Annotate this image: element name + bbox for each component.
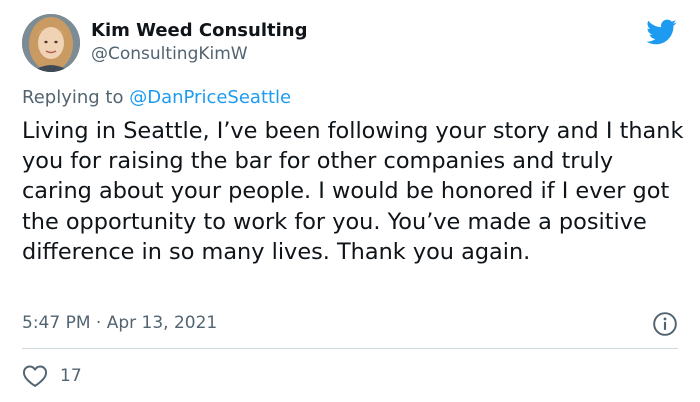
author-display-name[interactable]: Kim Weed Consulting — [91, 20, 307, 41]
avatar[interactable] — [22, 14, 80, 72]
divider — [22, 348, 678, 349]
replying-to: Replying to @DanPriceSeattle — [22, 87, 291, 108]
profile-photo-icon — [22, 14, 80, 72]
replying-to-prefix: Replying to — [22, 87, 130, 108]
info-icon[interactable] — [652, 311, 678, 337]
author-handle[interactable]: @ConsultingKimW — [91, 44, 248, 64]
tweet-card: Kim Weed Consulting @ConsultingKimW Repl… — [0, 0, 700, 402]
reply-mention-link[interactable]: @DanPriceSeattle — [129, 87, 291, 108]
twitter-bird-icon[interactable] — [643, 16, 679, 48]
tweet-text: Living in Seattle, I’ve been following y… — [22, 118, 684, 265]
like-button[interactable]: 17 — [22, 362, 82, 390]
heart-icon[interactable] — [22, 364, 48, 388]
like-count: 17 — [60, 366, 82, 386]
tweet-timestamp[interactable]: 5:47 PM · Apr 13, 2021 — [22, 313, 217, 333]
